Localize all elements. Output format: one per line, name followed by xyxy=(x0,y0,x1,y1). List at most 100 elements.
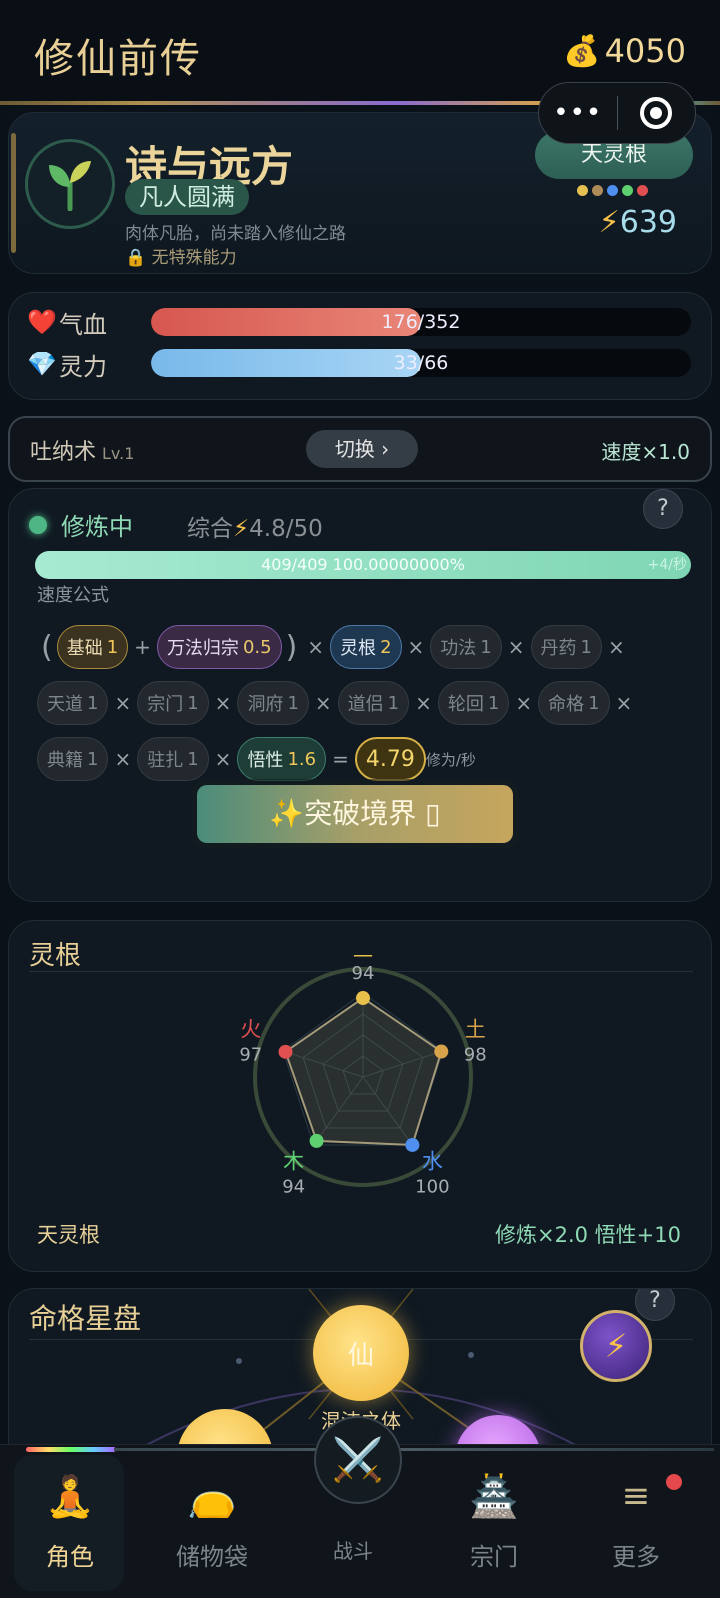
lightning-icon: ⚡ xyxy=(604,1327,628,1365)
radar-value: 94 xyxy=(282,1176,305,1195)
star-orb-xian-top[interactable]: 仙 xyxy=(313,1305,409,1401)
tab-bar-top-line xyxy=(114,1448,714,1451)
realm-badge: 凡人圆满 xyxy=(125,179,249,215)
cultivation-total: 综合⚡4.8/50 xyxy=(187,509,323,543)
speed-unit: 修为/秒 xyxy=(425,750,476,769)
battle-button[interactable]: ⚔️ xyxy=(314,1416,402,1504)
lightning-icon: ⚡ xyxy=(233,516,250,542)
money-bag-icon: 💰 xyxy=(563,33,601,69)
formula-row: 天道 1 × 宗门 1 × 洞府 1 × 道侣 1 × 轮回 1 × 命格 1 × xyxy=(37,675,697,731)
character-description: 肉体凡胎，尚未踏入修仙之路 xyxy=(125,224,346,244)
radar-label: 土 xyxy=(465,1018,486,1042)
tab-label: 角色 xyxy=(46,1543,94,1571)
chip-daolv[interactable]: 道侣 1 xyxy=(337,681,410,725)
tab-sect[interactable]: 🏯 宗门 xyxy=(434,1467,554,1572)
meditate-icon: 🧘 xyxy=(45,1473,95,1520)
hp-value: 176/352 xyxy=(381,311,461,333)
paren-close: ) xyxy=(285,629,298,665)
lightning-icon: ⚡ xyxy=(598,205,620,240)
op-times: × xyxy=(515,691,533,715)
close-miniprogram-button[interactable] xyxy=(618,83,696,143)
mp-row: 💎 灵力 xyxy=(27,349,149,381)
spirit-root-type: 天灵根 xyxy=(37,1223,100,1247)
chip-lunhui[interactable]: 轮回 1 xyxy=(437,681,510,725)
spirit-root-radar: 金 94 土 98 水 100 木 94 火 97 xyxy=(239,955,486,1195)
chip-dianji[interactable]: 典籍 1 xyxy=(37,737,109,781)
op-times: × xyxy=(114,747,132,771)
tab-label: 更多 xyxy=(612,1543,660,1571)
active-tab-indicator xyxy=(26,1447,116,1452)
notification-badge xyxy=(666,1474,682,1490)
chip-dongfu[interactable]: 洞府 1 xyxy=(237,681,309,725)
radar-value: 94 xyxy=(352,963,375,984)
radar-label: 金 xyxy=(353,955,374,960)
tab-label: 宗门 xyxy=(470,1543,518,1571)
op-times: × xyxy=(214,691,232,715)
switch-technique-button[interactable]: 切换 › xyxy=(306,430,418,468)
radar-point-2 xyxy=(405,1137,420,1152)
op-times: × xyxy=(307,635,325,659)
hp-row: ❤️ 气血 xyxy=(27,307,149,339)
chip-zongmen[interactable]: 宗门 1 xyxy=(137,681,209,725)
mp-value: 33/66 xyxy=(393,352,449,374)
speed-result: 4.79 xyxy=(354,737,426,781)
root-dot xyxy=(577,185,588,196)
chip-gongfa[interactable]: 功法 1 xyxy=(430,625,502,669)
cultivation-help-button[interactable]: ? xyxy=(643,489,683,529)
op-times: × xyxy=(214,747,232,771)
op-plus: + xyxy=(134,635,151,659)
hp-label: 气血 xyxy=(59,310,107,339)
technique-level: Lv.1 xyxy=(102,444,135,463)
root-dot xyxy=(607,185,618,196)
op-times: × xyxy=(114,691,132,715)
power-value: 639 xyxy=(619,205,677,240)
chip-tiandao[interactable]: 天道 1 xyxy=(37,681,109,725)
app-title: 修仙前传 xyxy=(34,36,202,82)
chip-root[interactable]: 灵根 2 xyxy=(330,625,402,669)
progress-rate: +4/秒 xyxy=(647,557,687,573)
target-icon xyxy=(640,97,673,129)
radar-point-0 xyxy=(356,991,370,1006)
chip-wanfa[interactable]: 万法归宗 0.5 xyxy=(156,625,282,669)
more-options-button[interactable]: ••• xyxy=(539,83,617,143)
swords-icon: ⚔️ xyxy=(331,1435,385,1484)
root-element-dots xyxy=(577,185,648,196)
stats-panel: ❤️ 气血 176/352 💎 灵力 33/66 xyxy=(8,292,712,400)
heart-icon: ❤️ xyxy=(27,308,57,336)
formula-label: 速度公式 xyxy=(37,585,109,606)
radar-label: 火 xyxy=(240,1018,261,1042)
avatar[interactable] xyxy=(25,139,115,229)
status-dot xyxy=(29,515,47,534)
chip-zhuzha[interactable]: 驻扎 1 xyxy=(137,737,209,781)
tab-label: 储物袋 xyxy=(176,1543,248,1571)
total-value: 4.8/50 xyxy=(249,516,323,542)
technique-speed: 速度×1.0 xyxy=(601,440,690,464)
radar-label: 木 xyxy=(283,1149,304,1173)
radar-label: 水 xyxy=(422,1149,443,1173)
hp-bar: 176/352 xyxy=(151,308,691,336)
chip-base[interactable]: 基础 1 xyxy=(56,625,129,669)
coin-counter: 💰 4050 xyxy=(563,32,686,70)
chip-mingge[interactable]: 命格 1 xyxy=(538,681,610,725)
technique-panel: 吐纳术 Lv.1 切换 › 速度×1.0 xyxy=(8,416,712,482)
op-times: × xyxy=(607,635,625,659)
cultivation-panel: 修炼中 综合⚡4.8/50 ? 409/409 100.00000000% +4… xyxy=(8,488,712,902)
tab-character[interactable]: 🧘 角色 xyxy=(10,1467,130,1572)
panel-accent xyxy=(11,133,16,253)
radar-value: 100 xyxy=(415,1176,449,1195)
tab-storage-bag[interactable]: 👝 储物袋 xyxy=(152,1467,272,1572)
tab-battle[interactable]: 战斗 xyxy=(293,1535,413,1564)
mp-label: 灵力 xyxy=(59,352,107,381)
quick-action-button[interactable]: ⚡ xyxy=(580,1310,652,1382)
op-times: × xyxy=(507,635,525,659)
chip-wuxing[interactable]: 悟性 1.6 xyxy=(237,737,327,781)
sprout-icon xyxy=(49,161,91,211)
radar-area xyxy=(284,996,443,1146)
mp-bar: 33/66 xyxy=(151,349,691,377)
radar-point-4 xyxy=(278,1044,293,1059)
chip-danyao[interactable]: 丹药 1 xyxy=(530,625,602,669)
more-dots-icon: ••• xyxy=(553,98,603,128)
root-dot xyxy=(592,185,603,196)
breakthrough-button[interactable]: ✨突破境界 ▯ xyxy=(197,785,513,843)
radar-point-3 xyxy=(309,1133,324,1148)
